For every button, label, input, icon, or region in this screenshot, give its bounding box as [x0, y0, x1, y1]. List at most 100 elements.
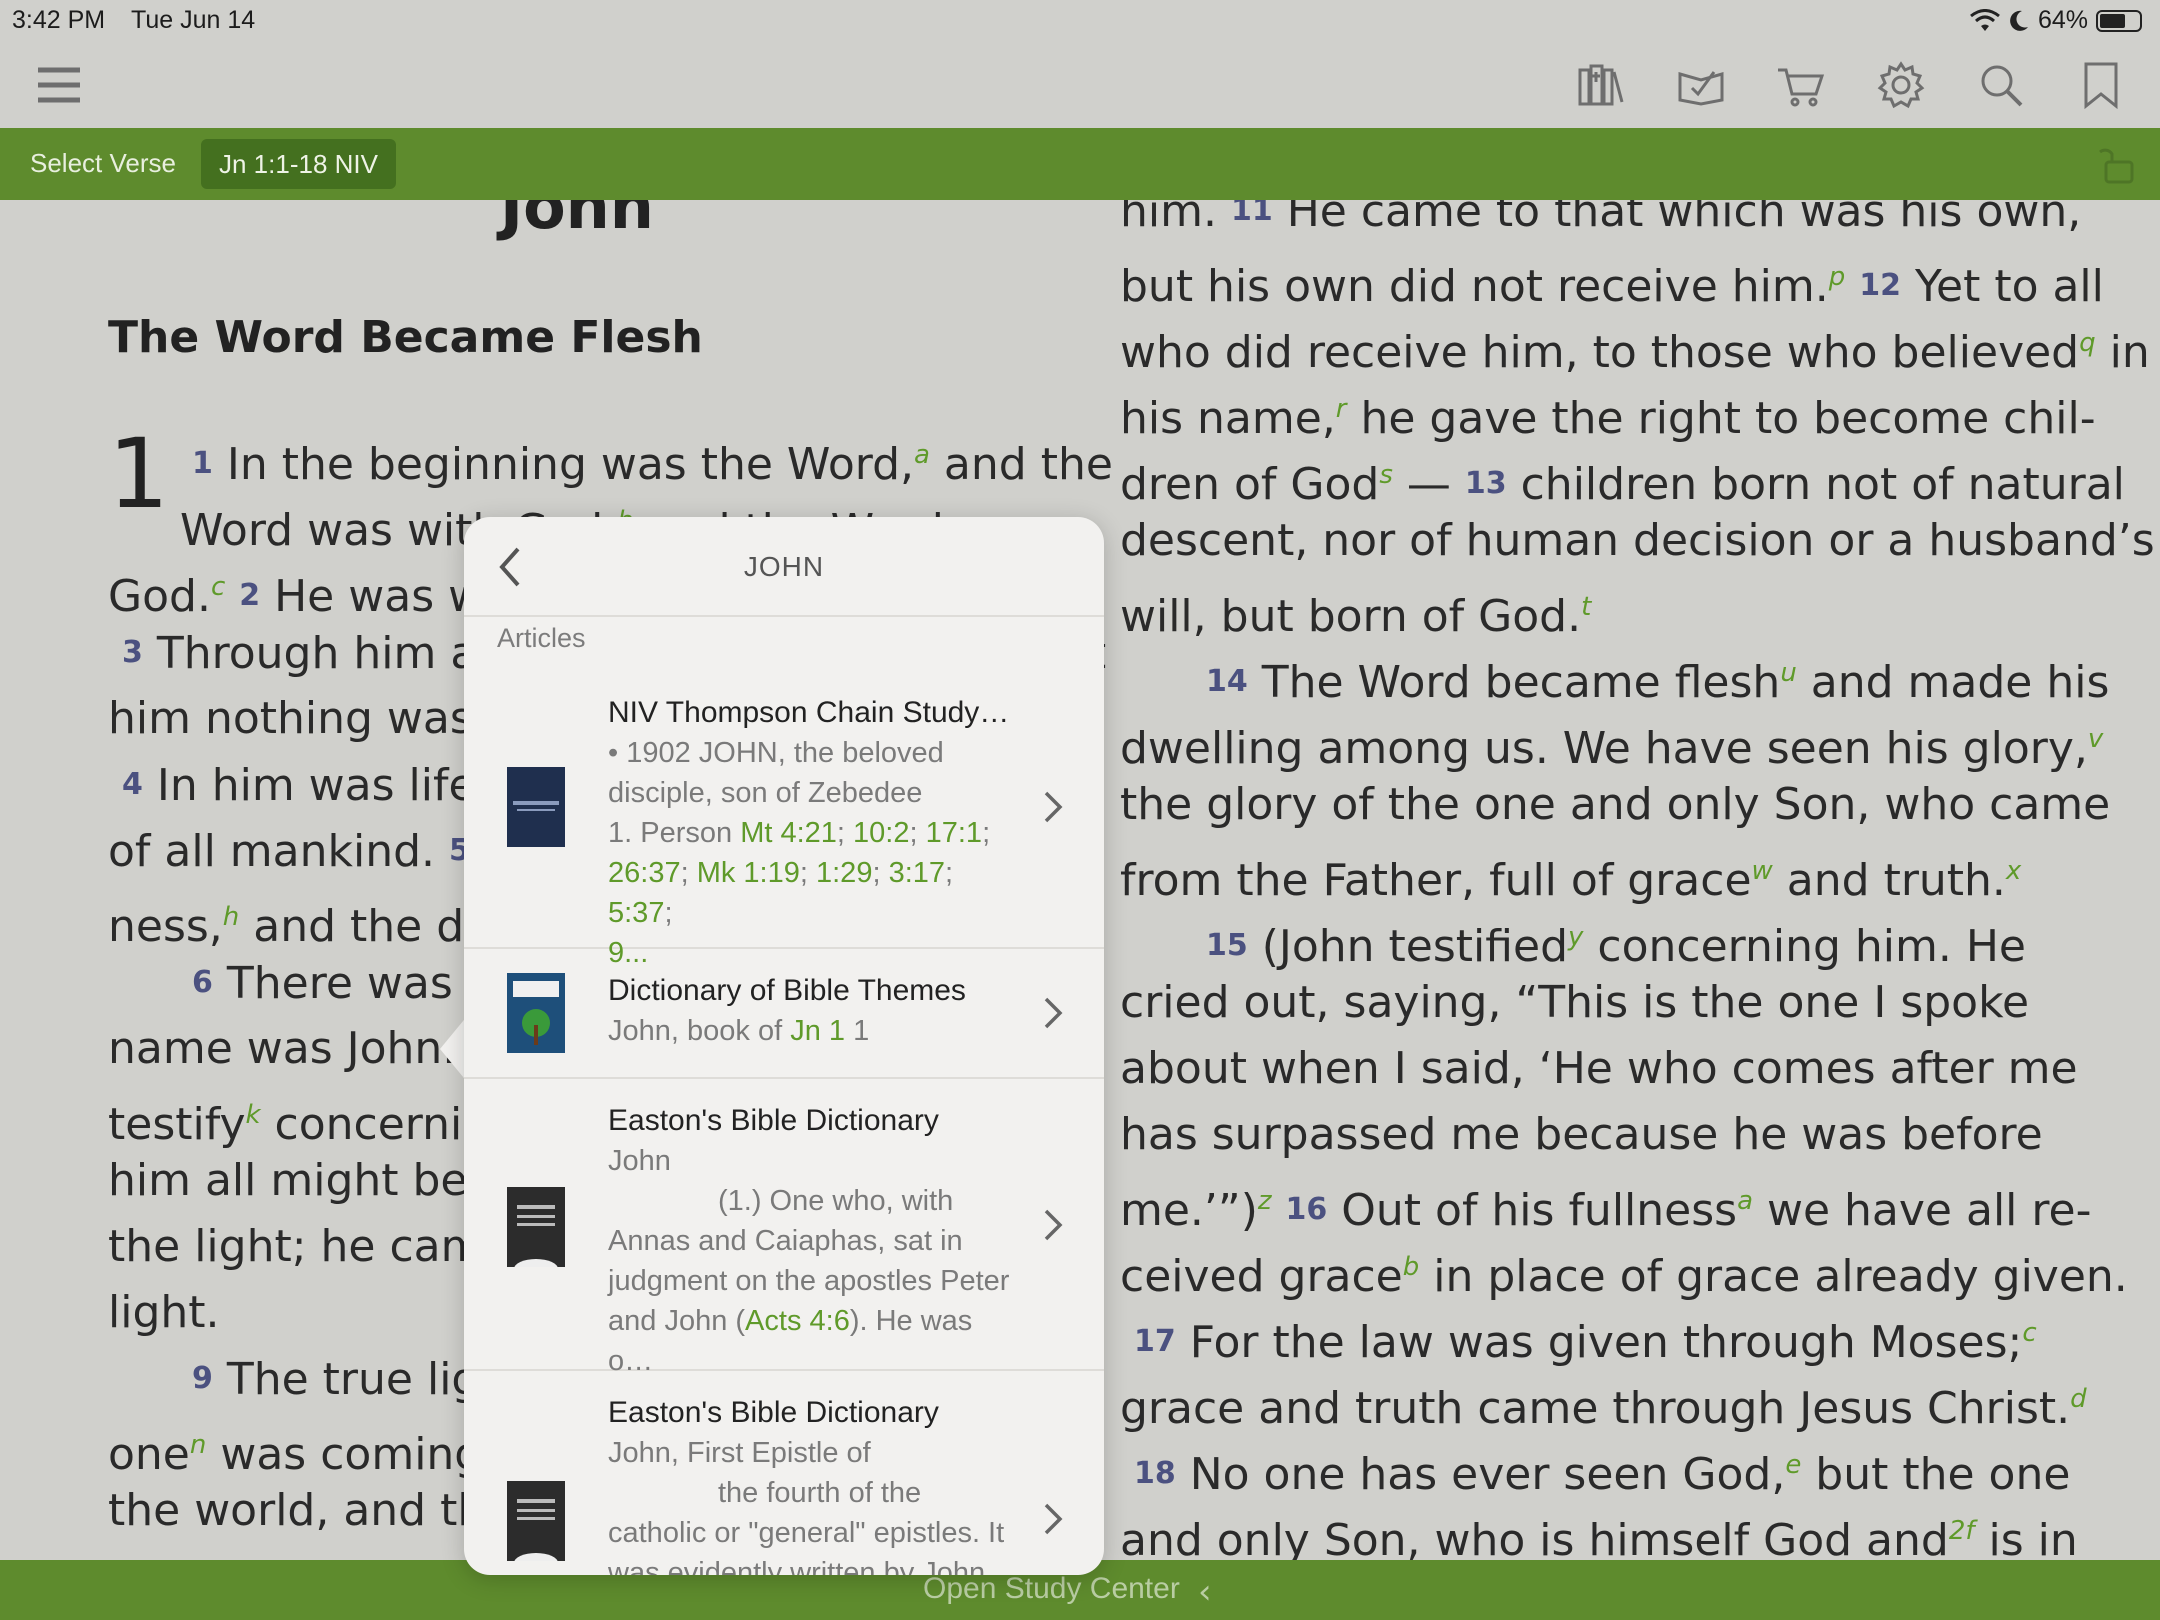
article-item[interactable]: Easton's Bible Dictionary John (1.) One … [464, 1079, 1104, 1377]
scripture-link[interactable]: Acts 4:6 [745, 1305, 850, 1337]
chevron-right-icon[interactable] [1042, 789, 1064, 825]
text-line: 14 The Word became fleshu and made his [1206, 640, 2109, 716]
footnote-marker[interactable]: y [1568, 922, 1583, 952]
verse-text: Yet to all [1900, 261, 2104, 312]
verse-text: He came to that which was his own, [1272, 200, 2082, 237]
verse-text: light. [108, 1287, 220, 1338]
verse-number: 12 [1859, 268, 1901, 303]
footnote-marker[interactable]: b [1403, 1252, 1420, 1282]
menu-icon[interactable] [32, 58, 86, 112]
footnote-marker[interactable]: z [1258, 1186, 1272, 1216]
footnote-marker[interactable]: r [1336, 394, 1347, 424]
article-line: was evidently written by John [608, 1557, 986, 1575]
verse-text: grace and truth came through Jesus Chris… [1120, 1383, 2071, 1434]
article-line: John, book of Jn 1 1 [608, 1015, 870, 1047]
scripture-link[interactable]: Jn 1 [790, 1015, 845, 1047]
verse-text: — [1392, 459, 1465, 510]
articles-section-label: Articles [497, 623, 586, 653]
popover-title: JOHN [743, 551, 825, 582]
verse-text: and only Son, who is himself God and [1120, 1515, 1949, 1560]
article-line: John [608, 1145, 671, 1177]
text-line: 1 In the beginning was the Word,a and th… [192, 422, 1113, 498]
reading-plan-icon[interactable] [1674, 58, 1728, 112]
verse-text: concerning him. He [1583, 921, 2026, 972]
text-line: 17 For the law was given through Moses;c [1134, 1300, 2037, 1376]
verse-number: 17 [1134, 1324, 1176, 1359]
scripture-link[interactable]: 1:29 [816, 857, 872, 889]
verse-text: ness, [108, 901, 223, 952]
status-right: 64% [1970, 6, 2142, 35]
article-item[interactable]: Dictionary of Bible Themes John, book of… [464, 949, 1104, 1079]
article-title: Dictionary of Bible Themes [608, 974, 966, 1007]
open-study-center-label[interactable]: Open Study Center [923, 1572, 1180, 1606]
footnote-marker[interactable]: a [914, 440, 930, 470]
scripture-link[interactable]: 10:2 [853, 817, 909, 849]
footnote-marker[interactable]: h [223, 902, 239, 932]
verse-text: God. [108, 571, 211, 622]
footnote-marker[interactable]: t [1581, 592, 1591, 622]
verse-text: (John testified [1247, 921, 1568, 972]
text-line: light. [108, 1280, 220, 1346]
unlock-icon[interactable] [2098, 144, 2138, 184]
book-cover-icon [507, 767, 565, 847]
article-line: John, First Epistle of [608, 1437, 871, 1469]
wifi-icon [1970, 8, 2000, 31]
footnote-marker[interactable]: q [2079, 328, 2096, 358]
chevron-right-icon[interactable] [1042, 1501, 1064, 1537]
verse-text: Out of his fullness [1327, 1185, 1738, 1236]
verse-text: and truth. [1772, 855, 2006, 906]
battery-percent: 64% [2037, 6, 2088, 34]
verse-text: his name, [1120, 393, 1336, 444]
footnote-marker[interactable]: a [1737, 1186, 1753, 1216]
scripture-link[interactable]: 17:1 [926, 817, 982, 849]
cart-icon[interactable] [1774, 58, 1828, 112]
verse-text: For the law was given through Moses; [1175, 1317, 2023, 1368]
verse-number: 16 [1285, 1192, 1328, 1227]
text-line: 18 No one has ever seen God,e but the on… [1134, 1432, 2070, 1508]
article-line: 26:37; Mk 1:19; 1:29; 3:17; 5:37; [608, 857, 954, 929]
library-icon[interactable] [1574, 58, 1628, 112]
footnote-marker[interactable]: x [2006, 856, 2021, 886]
footnote-marker[interactable]: n [190, 1430, 206, 1460]
status-bar: 3:42 PM Tue Jun 14 64% [0, 0, 2160, 40]
verse-text: dren of God [1120, 459, 1380, 510]
scripture-link[interactable]: 5:37 [608, 897, 664, 929]
footnote-marker[interactable]: c [2022, 1318, 2036, 1348]
footnote-marker[interactable]: p [1829, 262, 1846, 292]
scripture-link[interactable]: 26:37 [608, 857, 681, 889]
text-line: grace and truth came through Jesus Chris… [1120, 1366, 2087, 1442]
footnote-marker[interactable]: 2f [1949, 1516, 1975, 1546]
footnote-marker[interactable]: k [245, 1100, 260, 1130]
text-line: who did receive him, to those who believ… [1120, 310, 2150, 386]
footnote-marker[interactable]: w [1752, 856, 1773, 886]
search-icon[interactable] [1974, 58, 2028, 112]
scripture-link[interactable]: Mk 1:19 [697, 857, 800, 889]
battery-icon [2096, 9, 2142, 32]
select-verse-button[interactable]: Select Verse [30, 148, 176, 179]
article-item[interactable]: NIV Thompson Chain Study… • 1902 JOHN, t… [464, 667, 1104, 969]
footnote-marker[interactable]: d [2070, 1384, 2087, 1414]
footnote-marker[interactable]: u [1780, 658, 1796, 688]
footnote-marker[interactable]: c [211, 572, 225, 602]
text-line: dren of Gods — 13 children born not of n… [1120, 442, 2125, 518]
footnote-marker[interactable]: e [1785, 1450, 1801, 1480]
verse-number: 18 [1134, 1456, 1176, 1491]
bookmark-icon[interactable] [2074, 58, 2128, 112]
chevron-left-icon[interactable]: ‹ [1198, 1572, 1212, 1612]
scripture-link[interactable]: Mt 4:21 [740, 817, 837, 849]
verse-text: him. [1120, 200, 1231, 237]
article-item[interactable]: Easton's Bible Dictionary John, First Ep… [464, 1371, 1104, 1575]
article-line: • 1902 JOHN, the beloved [608, 737, 944, 769]
text-line: me.’”)z 16 Out of his fullnessa we have … [1120, 1168, 2091, 1244]
footnote-marker[interactable]: v [2088, 724, 2103, 754]
article-line: (1.) One who, with [718, 1185, 954, 1217]
chevron-right-icon[interactable] [1042, 995, 1064, 1031]
reference-chip[interactable]: Jn 1:1-18 NIV [201, 139, 396, 189]
footnote-marker[interactable]: s [1379, 460, 1393, 490]
gear-icon[interactable] [1874, 58, 1928, 112]
text-line: descent, nor of human decision or a husb… [1120, 508, 2155, 574]
scripture-link[interactable]: 3:17 [889, 857, 945, 889]
verse-text: has surpassed me because he was before [1120, 1109, 2043, 1160]
chevron-right-icon[interactable] [1042, 1207, 1064, 1243]
text-line: will, but born of God.t [1120, 574, 1591, 650]
